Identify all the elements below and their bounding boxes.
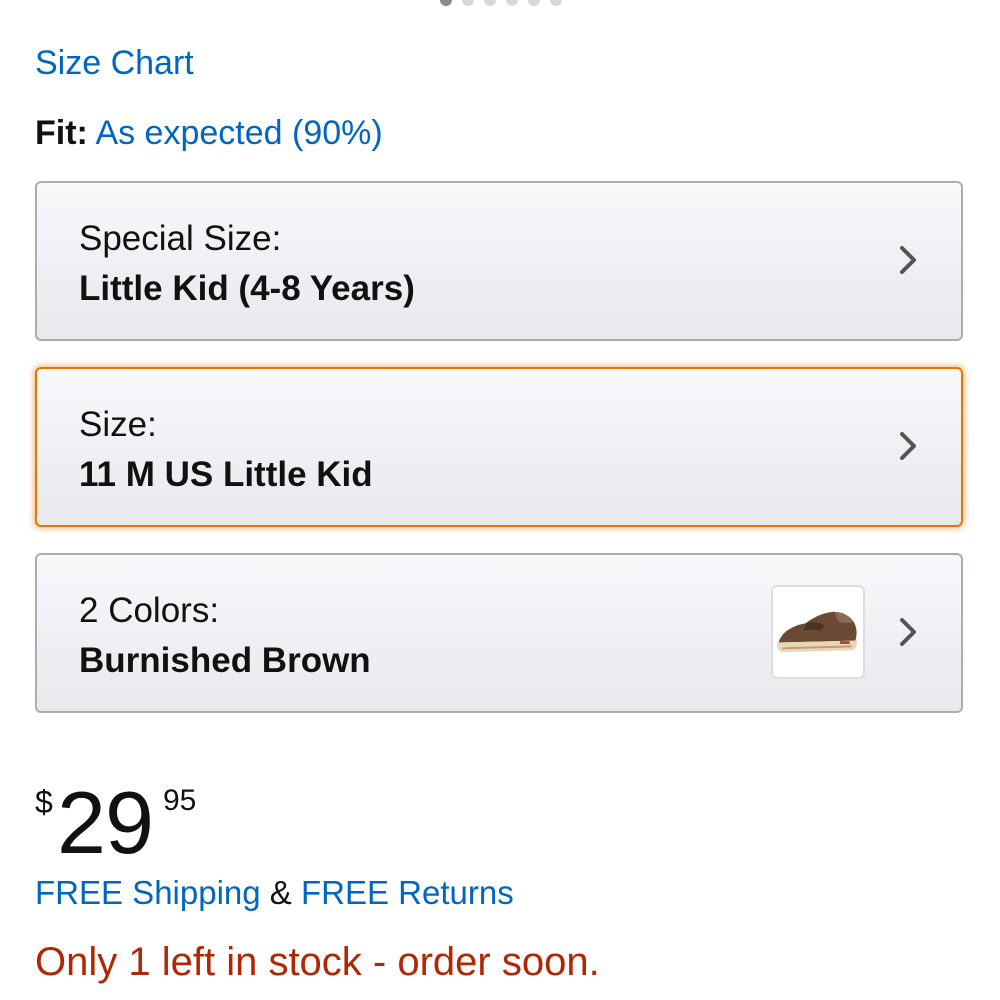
free-shipping-link[interactable]: FREE Shipping: [35, 874, 261, 911]
color-swatch-thumbnail[interactable]: [771, 585, 865, 679]
carousel-dot-active[interactable]: [440, 0, 452, 6]
stock-message: Only 1 left in stock - order soon.: [35, 940, 600, 984]
special-size-value: Little Kid (4-8 Years): [79, 269, 415, 308]
carousel-dot[interactable]: [484, 0, 496, 6]
chevron-right-icon: [900, 246, 916, 274]
special-size-label: Special Size:: [79, 219, 282, 258]
carousel-dot[interactable]: [528, 0, 540, 6]
chevron-right-icon: [900, 618, 916, 646]
shoe-thumbnail-image: [776, 611, 858, 653]
free-returns-link[interactable]: FREE Returns: [301, 874, 514, 911]
price-currency: $: [35, 784, 53, 820]
carousel-dot[interactable]: [462, 0, 474, 6]
price-whole: 29: [57, 773, 154, 872]
carousel-dot[interactable]: [506, 0, 518, 6]
color-value: Burnished Brown: [79, 641, 371, 680]
shipping-conjunction: &: [269, 874, 292, 911]
fit-label: Fit:: [35, 114, 88, 152]
special-size-selector[interactable]: Special Size: Little Kid (4-8 Years): [35, 181, 963, 341]
size-chart-link[interactable]: Size Chart: [35, 44, 194, 83]
carousel-dot[interactable]: [550, 0, 562, 6]
size-selector[interactable]: Size: 11 M US Little Kid: [35, 367, 963, 527]
color-label: 2 Colors:: [79, 591, 220, 630]
size-value: 11 M US Little Kid: [79, 455, 373, 494]
fit-info: Fit: As expected (90%): [35, 114, 383, 153]
chevron-right-icon: [900, 432, 916, 460]
price-fraction: 95: [163, 784, 197, 817]
size-label: Size:: [79, 405, 157, 444]
color-selector[interactable]: 2 Colors: Burnished Brown: [35, 553, 963, 713]
fit-value-link[interactable]: As expected (90%): [95, 114, 382, 152]
shipping-info: FREE Shipping & FREE Returns: [35, 874, 514, 912]
image-carousel-indicator: [440, 0, 562, 6]
